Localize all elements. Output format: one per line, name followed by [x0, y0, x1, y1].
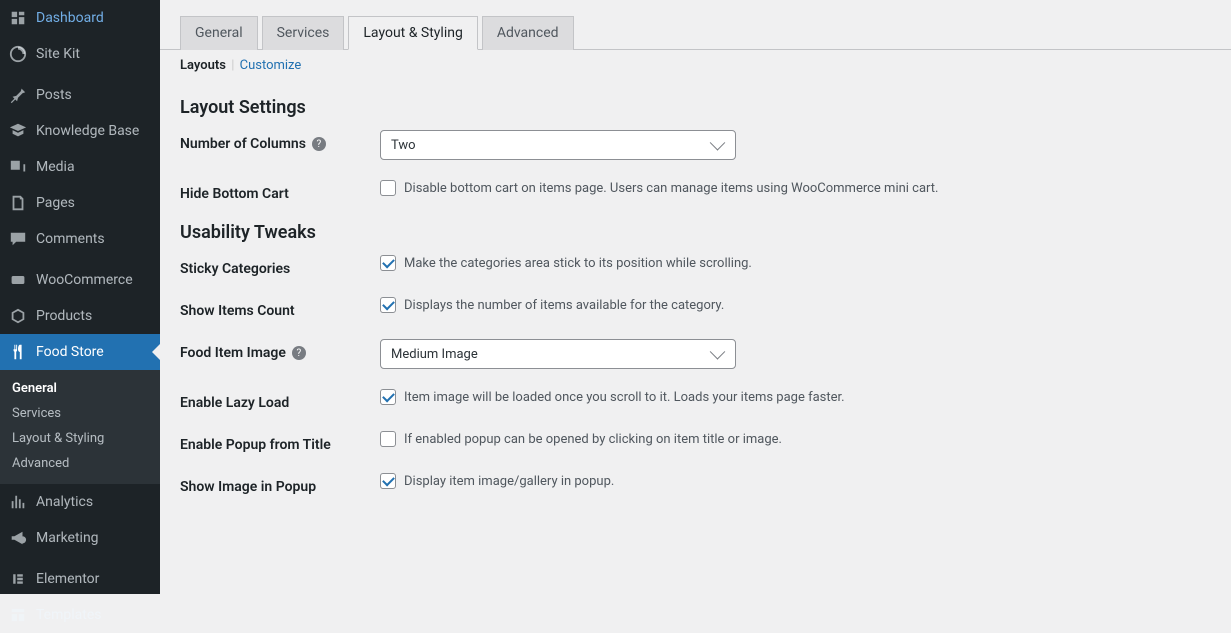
comments-icon [8, 229, 28, 249]
sidebar-item-label: Products [36, 308, 92, 324]
row-show-items-count: Show Items Count Displays the number of … [180, 297, 1211, 319]
checkbox-enable-popup-from-title[interactable] [380, 431, 396, 447]
sidebar-item-media[interactable]: Media [0, 149, 160, 185]
row-food-item-image: Food Item Image ? Medium Image [180, 339, 1211, 369]
help-icon[interactable]: ? [292, 346, 306, 360]
sub-nav-separator: | [231, 58, 234, 73]
checkbox-enable-lazy-load[interactable] [380, 389, 396, 405]
sidebar-item-label: Food Store [36, 344, 104, 360]
main-content: General Services Layout & Styling Advanc… [160, 0, 1231, 594]
field-desc: Make the categories area stick to its po… [404, 256, 752, 271]
sidebar-item-label: Dashboard [36, 10, 104, 26]
row-enable-popup-from-title: Enable Popup from Title If enabled popup… [180, 431, 1211, 453]
field-label: Number of Columns [180, 136, 306, 152]
submenu-item-advanced[interactable]: Advanced [0, 451, 160, 476]
field-label: Sticky Categories [180, 261, 290, 277]
sub-nav: Layouts | Customize [160, 50, 1231, 81]
tab-advanced[interactable]: Advanced [482, 16, 574, 50]
checkbox-sticky-categories[interactable] [380, 255, 396, 271]
pages-icon [8, 193, 28, 213]
sidebar-item-label: Posts [36, 87, 72, 103]
woocommerce-icon [8, 270, 28, 290]
field-desc: Display item image/gallery in popup. [404, 474, 614, 489]
sidebar-item-label: WooCommerce [36, 272, 133, 288]
submenu-item-layout-styling[interactable]: Layout & Styling [0, 426, 160, 451]
sitekit-icon [8, 44, 28, 64]
select-value: Medium Image [391, 347, 478, 362]
checkbox-show-items-count[interactable] [380, 297, 396, 313]
sidebar-item-label: Analytics [36, 494, 93, 510]
row-show-image-in-popup: Show Image in Popup Display item image/g… [180, 473, 1211, 495]
sidebar-item-sitekit[interactable]: Site Kit [0, 36, 160, 72]
section-title-usability-tweaks: Usability Tweaks [180, 222, 1211, 243]
field-desc: Displays the number of items available f… [404, 298, 724, 313]
select-value: Two [391, 138, 416, 153]
section-title-layout-settings: Layout Settings [180, 97, 1211, 118]
sidebar-item-dashboard[interactable]: Dashboard [0, 0, 160, 36]
sidebar-item-posts[interactable]: Posts [0, 77, 160, 113]
sidebar-item-label: Pages [36, 195, 75, 211]
field-desc: Disable bottom cart on items page. Users… [404, 181, 938, 196]
row-hide-bottom-cart: Hide Bottom Cart Disable bottom cart on … [180, 180, 1211, 202]
sidebar-item-label: Site Kit [36, 46, 80, 62]
submenu-item-services[interactable]: Services [0, 401, 160, 426]
pin-icon [8, 85, 28, 105]
field-label: Show Image in Popup [180, 479, 316, 495]
sidebar-item-food-store[interactable]: Food Store [0, 334, 160, 370]
sidebar-item-comments[interactable]: Comments [0, 221, 160, 257]
sidebar-item-woocommerce[interactable]: WooCommerce [0, 262, 160, 298]
sidebar-item-templates[interactable]: Templates [0, 597, 160, 633]
field-desc: If enabled popup can be opened by clicki… [404, 432, 782, 447]
marketing-icon [8, 528, 28, 548]
graduation-cap-icon [8, 121, 28, 141]
field-label: Enable Lazy Load [180, 395, 289, 411]
sidebar-item-label: Knowledge Base [36, 123, 139, 139]
tab-bar: General Services Layout & Styling Advanc… [160, 0, 1231, 50]
sidebar-item-knowledge-base[interactable]: Knowledge Base [0, 113, 160, 149]
sidebar-item-elementor[interactable]: Elementor [0, 561, 160, 597]
tab-general[interactable]: General [180, 16, 258, 50]
templates-icon [8, 605, 28, 625]
select-food-item-image[interactable]: Medium Image [380, 339, 736, 369]
sidebar-item-marketing[interactable]: Marketing [0, 520, 160, 556]
admin-sidebar: Dashboard Site Kit Posts Knowledge Base … [0, 0, 160, 594]
products-icon [8, 306, 28, 326]
sidebar-item-label: Elementor [36, 571, 99, 587]
field-label: Enable Popup from Title [180, 437, 331, 453]
sidebar-submenu: General Services Layout & Styling Advanc… [0, 370, 160, 484]
row-sticky-categories: Sticky Categories Make the categories ar… [180, 255, 1211, 277]
help-icon[interactable]: ? [312, 137, 326, 151]
analytics-icon [8, 492, 28, 512]
sidebar-item-products[interactable]: Products [0, 298, 160, 334]
sidebar-item-pages[interactable]: Pages [0, 185, 160, 221]
checkbox-show-image-in-popup[interactable] [380, 473, 396, 489]
field-label: Show Items Count [180, 303, 295, 319]
sidebar-item-analytics[interactable]: Analytics [0, 484, 160, 520]
submenu-item-general[interactable]: General [0, 376, 160, 401]
field-label: Hide Bottom Cart [180, 186, 289, 202]
tab-layout-styling[interactable]: Layout & Styling [348, 16, 477, 50]
sidebar-item-label: Media [36, 159, 75, 175]
food-icon [8, 342, 28, 362]
field-label: Food Item Image [180, 345, 286, 361]
sidebar-item-label: Comments [36, 231, 105, 247]
sidebar-item-label: Marketing [36, 530, 99, 546]
elementor-icon [8, 569, 28, 589]
field-desc: Item image will be loaded once you scrol… [404, 390, 845, 405]
select-number-of-columns[interactable]: Two [380, 130, 736, 160]
row-enable-lazy-load: Enable Lazy Load Item image will be load… [180, 389, 1211, 411]
sidebar-item-label: Templates [36, 607, 102, 623]
row-number-of-columns: Number of Columns ? Two [180, 130, 1211, 160]
dashboard-icon [8, 8, 28, 28]
sub-nav-customize[interactable]: Customize [240, 58, 302, 73]
checkbox-hide-bottom-cart[interactable] [380, 180, 396, 196]
tab-services[interactable]: Services [262, 16, 345, 50]
media-icon [8, 157, 28, 177]
sub-nav-current[interactable]: Layouts [180, 58, 226, 73]
